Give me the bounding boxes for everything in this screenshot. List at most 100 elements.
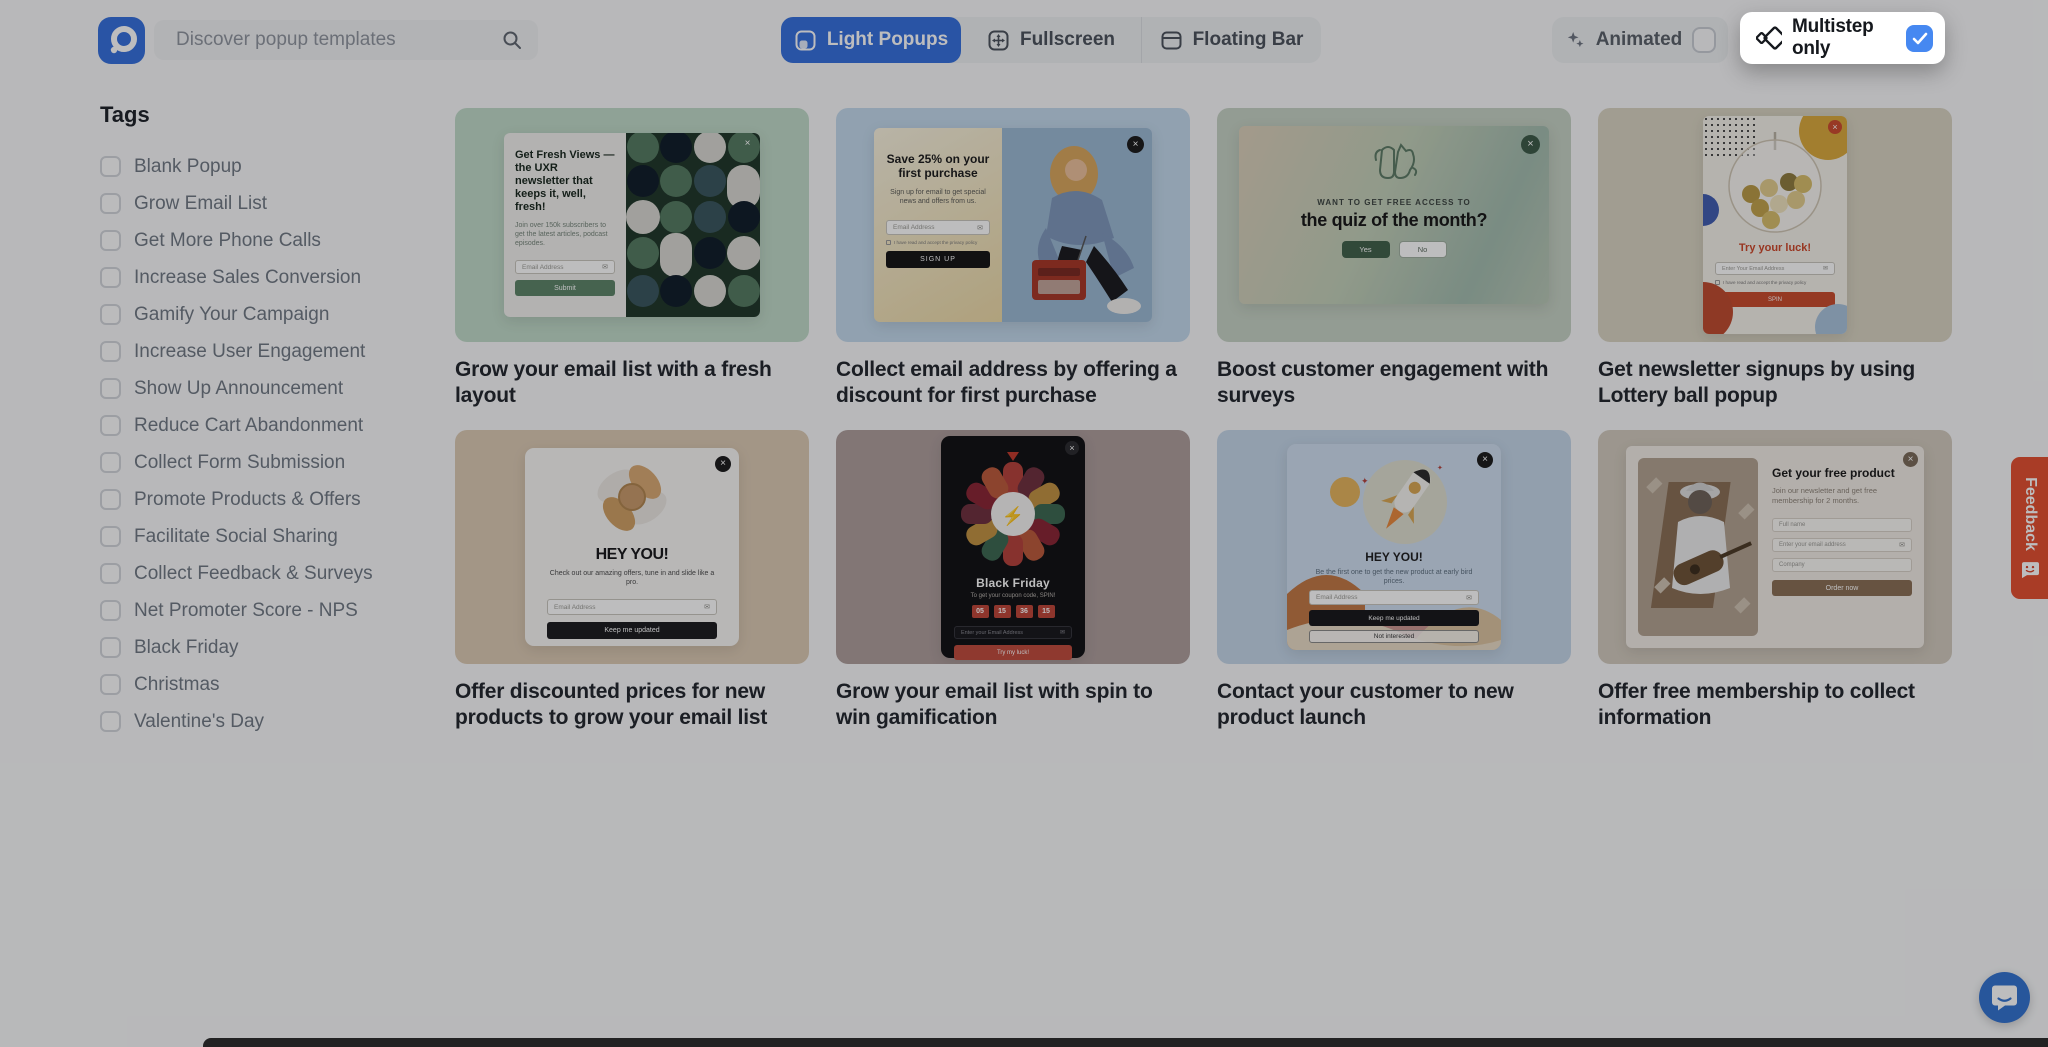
tab-label: Light Popups <box>826 29 949 50</box>
feedback-tab[interactable]: Feedback <box>2011 457 2048 599</box>
card-thumbnail[interactable]: ✦ ✦ HEY YOU! Be the first one to get the… <box>1217 430 1571 664</box>
feedback-smiley-icon <box>2022 561 2039 578</box>
mosaic-art <box>626 133 760 317</box>
tag-checkbox[interactable] <box>100 674 121 695</box>
tag-get-more-phone-calls[interactable]: Get More Phone Calls <box>100 222 373 259</box>
countdown-box: 36 <box>1015 605 1033 618</box>
template-card[interactable]: Try your luck! Enter Your Email Address ✉… <box>1598 108 1952 409</box>
bolt-icon: ⚡ <box>1002 505 1024 527</box>
card-thumbnail[interactable]: Save 25% on your first purchase Sign up … <box>836 108 1190 342</box>
tag-checkbox[interactable] <box>100 230 121 251</box>
tag-increase-user-engagement[interactable]: Increase User Engagement <box>100 333 373 370</box>
tag-black-friday[interactable]: Black Friday <box>100 629 373 666</box>
card-thumbnail[interactable]: WANT TO GET FREE ACCESS TO the quiz of t… <box>1217 108 1571 342</box>
popup-order-button: Order now <box>1772 580 1912 596</box>
card-thumbnail[interactable]: Get Fresh Views — the UXR newsletter tha… <box>455 108 809 342</box>
tag-gamify-your-campaign[interactable]: Gamify Your Campaign <box>100 296 373 333</box>
tag-checkbox[interactable] <box>100 378 121 399</box>
tag-checkbox[interactable] <box>100 156 121 177</box>
countdown-box: 15 <box>993 605 1011 618</box>
template-card[interactable]: Get your free product Join our newslette… <box>1598 430 1952 731</box>
popup-secondary-button: Not interested <box>1309 630 1479 643</box>
tag-checkbox[interactable] <box>100 415 121 436</box>
member-photo-art <box>1638 458 1758 636</box>
tag-grow-email-list[interactable]: Grow Email List <box>100 185 373 222</box>
tag-checkbox[interactable] <box>100 637 121 658</box>
tag-reduce-cart-abandonment[interactable]: Reduce Cart Abandonment <box>100 407 373 444</box>
card-title: Collect email address by offering a disc… <box>836 358 1177 407</box>
tag-label: Facilitate Social Sharing <box>134 525 338 547</box>
tag-valentines-day[interactable]: Valentine's Day <box>100 703 373 740</box>
tag-show-up-announcement[interactable]: Show Up Announcement <box>100 370 373 407</box>
search-icon[interactable] <box>502 30 522 50</box>
card-thumbnail[interactable]: Try your luck! Enter Your Email Address ✉… <box>1598 108 1952 342</box>
company-input: Company <box>1772 558 1912 572</box>
model-photo-art <box>1002 128 1152 322</box>
card-thumbnail[interactable]: HEY YOU! Check out our amazing offers, t… <box>455 430 809 664</box>
popup-heading: HEY YOU! <box>595 546 669 563</box>
popup-signup-button: SIGN UP <box>886 251 990 268</box>
tag-checkbox[interactable] <box>100 711 121 732</box>
tab-light-popups[interactable]: Light Popups <box>781 17 961 63</box>
pets-icon <box>1374 143 1418 180</box>
popup-cta-button: Keep me updated <box>547 622 717 639</box>
animated-filter[interactable]: Animated <box>1552 17 1728 63</box>
tag-checkbox[interactable] <box>100 563 121 584</box>
tag-christmas[interactable]: Christmas <box>100 666 373 703</box>
template-card[interactable]: WANT TO GET FREE ACCESS TO the quiz of t… <box>1217 108 1571 409</box>
search-bar[interactable] <box>154 20 538 60</box>
bottom-dark-bar <box>203 1038 2048 1047</box>
template-card[interactable]: ⚡ Black Friday To get your coupon code, … <box>836 430 1190 731</box>
tag-collect-feedback-surveys[interactable]: Collect Feedback & Surveys <box>100 555 373 592</box>
app-window: Light Popups Fullscreen Floating Bar Ani… <box>0 0 2048 1047</box>
search-input[interactable] <box>176 29 502 51</box>
template-card[interactable]: ✦ ✦ HEY YOU! Be the first one to get the… <box>1217 430 1571 731</box>
popup-form-panel: Get your free product Join our newslette… <box>1772 458 1912 636</box>
tag-checkbox[interactable] <box>100 304 121 325</box>
tag-increase-sales-conversion[interactable]: Increase Sales Conversion <box>100 259 373 296</box>
popup-eyebrow: WANT TO GET FREE ACCESS TO <box>1317 198 1471 207</box>
tag-checkbox[interactable] <box>100 600 121 621</box>
multistep-checkbox[interactable] <box>1906 24 1933 52</box>
tab-label: Fullscreen <box>1019 29 1116 50</box>
tag-label: Gamify Your Campaign <box>134 303 330 325</box>
popupsmart-logo[interactable] <box>98 17 145 64</box>
tag-blank-popup[interactable]: Blank Popup <box>100 148 373 185</box>
no-button: No <box>1398 241 1447 258</box>
popup-heading: Save 25% on your first purchase <box>886 152 990 180</box>
tag-checkbox[interactable] <box>100 267 121 288</box>
tag-label: Increase User Engagement <box>134 340 366 362</box>
tag-checkbox[interactable] <box>100 489 121 510</box>
popup-preview: ✦ ✦ HEY YOU! Be the first one to get the… <box>1287 444 1501 650</box>
template-card[interactable]: HEY YOU! Check out our amazing offers, t… <box>455 430 809 731</box>
tags-heading: Tags <box>100 102 150 127</box>
tab-floating-bar[interactable]: Floating Bar <box>1141 17 1321 63</box>
spinner-art <box>597 465 667 531</box>
tag-checkbox[interactable] <box>100 341 121 362</box>
template-card[interactable]: Save 25% on your first purchase Sign up … <box>836 108 1190 409</box>
popup-spin-button: SPIN <box>1715 292 1835 307</box>
tag-facilitate-social-sharing[interactable]: Facilitate Social Sharing <box>100 518 373 555</box>
chat-launcher[interactable] <box>1979 972 2030 1023</box>
popup-email-input: Email Address ✉ <box>547 599 717 615</box>
logo-icon <box>110 26 137 54</box>
tag-checkbox[interactable] <box>100 526 121 547</box>
animated-checkbox[interactable] <box>1692 27 1716 53</box>
tag-collect-form-submission[interactable]: Collect Form Submission <box>100 444 373 481</box>
tag-net-promoter-score[interactable]: Net Promoter Score - NPS <box>100 592 373 629</box>
card-title: Contact your customer to new product lau… <box>1217 680 1514 729</box>
tag-promote-products-offers[interactable]: Promote Products & Offers <box>100 481 373 518</box>
tag-label: Collect Form Submission <box>134 451 346 473</box>
tag-checkbox[interactable] <box>100 193 121 214</box>
fullname-input: Full name <box>1772 518 1912 532</box>
popup-body: Join our newsletter and get free members… <box>1772 486 1878 505</box>
popup-cta-button: Keep me updated <box>1309 610 1479 626</box>
card-thumbnail[interactable]: Get your free product Join our newslette… <box>1598 430 1952 664</box>
tag-checkbox[interactable] <box>100 452 121 473</box>
multistep-only-filter[interactable]: Multistep only <box>1740 12 1945 64</box>
countdown-timer: 05 15 36 15 <box>941 605 1085 618</box>
tab-fullscreen[interactable]: Fullscreen <box>961 17 1141 63</box>
template-card[interactable]: Get Fresh Views — the UXR newsletter tha… <box>455 108 809 409</box>
card-thumbnail[interactable]: ⚡ Black Friday To get your coupon code, … <box>836 430 1190 664</box>
check-icon <box>1912 32 1927 44</box>
